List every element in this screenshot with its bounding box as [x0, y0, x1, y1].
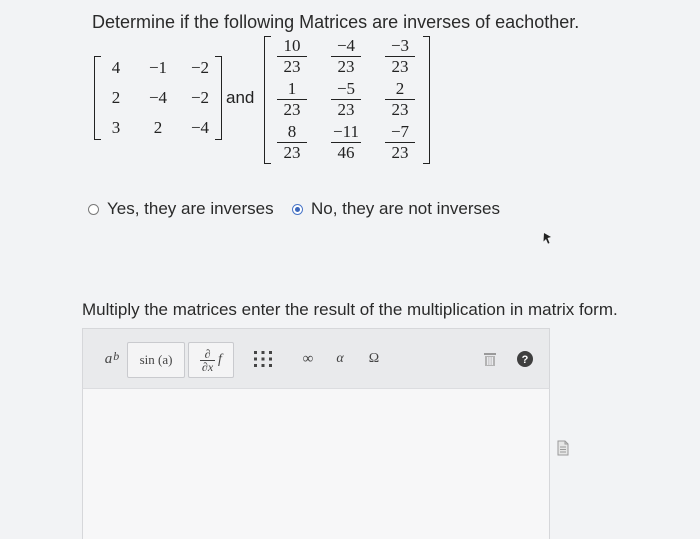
partial-numerator: ∂: [204, 346, 211, 361]
option-no-label: No, they are not inverses: [311, 199, 500, 218]
infinity-button[interactable]: ∞: [295, 342, 321, 376]
option-no[interactable]: No, they are not inverses: [292, 199, 500, 219]
matrix-button[interactable]: [249, 342, 277, 376]
and-label: and: [226, 88, 255, 107]
matrix-b-fraction: 10 23: [270, 37, 314, 76]
fraction-denominator: 23: [391, 143, 409, 163]
fraction-numerator: −3: [390, 36, 410, 55]
svg-text:?: ?: [522, 354, 529, 366]
radio-no[interactable]: [292, 203, 303, 215]
matrix-b-fraction: −5 23: [324, 80, 368, 119]
fraction-numerator: −7: [390, 122, 410, 141]
matrix-a-cell: 2: [111, 88, 121, 107]
matrix-a-cell: −2: [190, 58, 210, 77]
sin-button[interactable]: sin (a): [127, 342, 185, 378]
radio-yes[interactable]: [88, 203, 99, 215]
partial-derivative-button[interactable]: ∂ ∂x f: [188, 342, 234, 378]
fraction-denominator: 23: [283, 143, 301, 163]
fraction-denominator: 23: [391, 57, 409, 77]
power-base: a: [104, 350, 113, 367]
fraction-numerator: 1: [287, 79, 297, 98]
fraction-numerator: −11: [333, 122, 359, 141]
fraction-denominator: 46: [337, 143, 355, 163]
matrix-b-fraction: 8 23: [270, 123, 314, 162]
alpha-button[interactable]: α: [329, 342, 351, 376]
matrix-b-fraction: 1 23: [270, 80, 314, 119]
partial-denominator: ∂x: [201, 359, 214, 374]
math-toolbar: ab sin (a) ∂ ∂x f ∞ α Ω ?: [82, 328, 550, 389]
option-yes-label: Yes, they are inverses: [107, 199, 274, 218]
partial-fraction: ∂ ∂x: [200, 346, 216, 374]
fraction-denominator: 23: [337, 57, 355, 77]
matrix-a-cell: −1: [148, 58, 168, 77]
matrix-a: 4 −1 −2 2 −4 −2 3 2 −4: [94, 56, 222, 140]
help-button[interactable]: ?: [513, 342, 537, 376]
matrix-b-fraction: −3 23: [378, 37, 422, 76]
matrix-b-fraction: −4 23: [324, 37, 368, 76]
prompt-text: Determine if the following Matrices are …: [92, 12, 580, 32]
power-exponent: b: [113, 348, 120, 363]
trash-icon: [484, 353, 496, 366]
matrix-b-right-bracket: [423, 36, 430, 164]
cursor-icon: [543, 233, 551, 244]
instruction-text: Multiply the matrices enter the result o…: [82, 300, 618, 319]
trash-button[interactable]: [479, 342, 501, 376]
option-yes[interactable]: Yes, they are inverses: [88, 199, 274, 219]
matrix-b-fraction: −11 46: [324, 123, 368, 162]
fraction-denominator: 23: [283, 57, 301, 77]
matrix-icon: [254, 351, 272, 367]
partial-function: f: [218, 352, 222, 367]
fraction-denominator: 23: [337, 100, 355, 120]
matrix-a-cell: 4: [111, 58, 121, 77]
matrix-b-fraction: 2 23: [378, 80, 422, 119]
fraction-numerator: 10: [283, 36, 301, 55]
fraction-denominator: 23: [283, 100, 301, 120]
fraction-numerator: 8: [287, 122, 297, 141]
document-icon[interactable]: [556, 440, 570, 456]
help-icon: ?: [517, 351, 533, 367]
fraction-numerator: −4: [336, 36, 356, 55]
power-button[interactable]: ab: [95, 342, 129, 376]
fraction-denominator: 23: [391, 100, 409, 120]
matrix-a-cell: 3: [111, 118, 121, 137]
matrix-a-cell: −4: [190, 118, 210, 137]
fraction-numerator: 2: [395, 79, 405, 98]
matrix-a-cell: −4: [148, 88, 168, 107]
matrix-a-cell: 2: [153, 118, 163, 137]
matrix-b: 10 23 −4 23 −3 23 1 23 −5 23 2 23 8 23 −11 46 −7…: [264, 36, 430, 164]
matrix-b-fraction: −7 23: [378, 123, 422, 162]
fraction-numerator: −5: [336, 79, 356, 98]
matrix-a-cell: −2: [190, 88, 210, 107]
answer-input-area[interactable]: [82, 388, 550, 539]
omega-button[interactable]: Ω: [363, 342, 385, 376]
